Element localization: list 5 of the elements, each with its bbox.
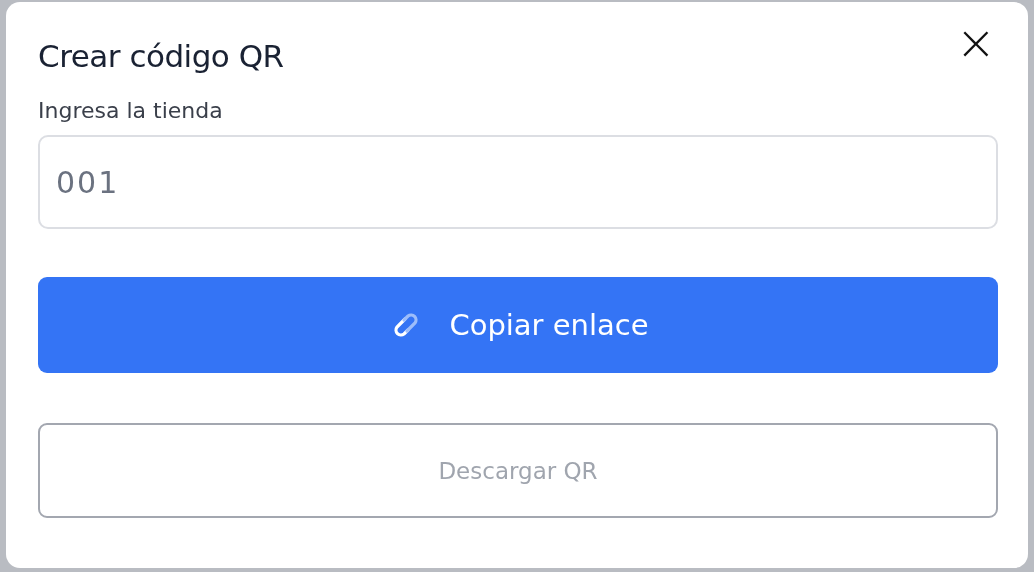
close-button[interactable]: × [951, 22, 1000, 62]
store-input-field[interactable]: 001 [38, 135, 998, 229]
field-label: Ingresa la tienda [38, 98, 224, 123]
dialog-title: Crear código QR [38, 38, 284, 74]
copy-link-button[interactable]: Copiar enlace [38, 277, 998, 373]
